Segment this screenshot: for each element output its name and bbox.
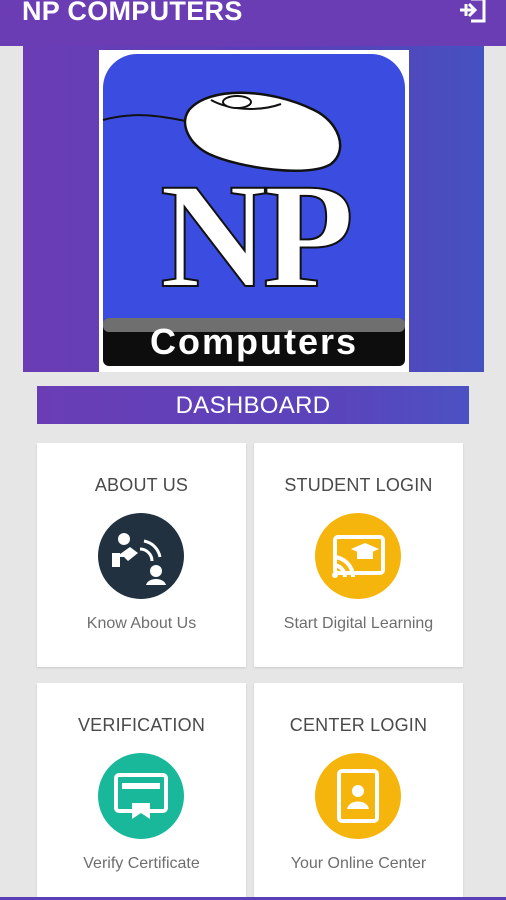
card-title: ABOUT US — [94, 475, 189, 495]
card-title: CENTER LOGIN — [289, 715, 428, 735]
verification-card[interactable]: VERIFICATION Verify Certificate — [37, 683, 246, 900]
about-us-card[interactable]: ABOUT US Know About Us — [37, 443, 246, 667]
certificate-icon — [98, 753, 184, 839]
logout-button[interactable] — [456, 0, 490, 26]
student-login-card[interactable]: STUDENT LOGIN Start Digital Learning — [254, 443, 463, 667]
about-icon — [98, 513, 184, 599]
center-login-card[interactable]: CENTER LOGIN Your Online Center — [254, 683, 463, 900]
logo-computers-text: Computers — [150, 321, 358, 362]
cast-learning-icon — [315, 513, 401, 599]
card-subtitle: Start Digital Learning — [283, 615, 434, 632]
logout-icon — [459, 0, 486, 24]
card-subtitle: Verify Certificate — [83, 855, 200, 872]
app-title: NP COMPUTERS — [22, 0, 243, 26]
app-bar: NP COMPUTERS — [0, 0, 506, 46]
center-user-icon — [315, 753, 401, 839]
dashboard-heading: DASHBOARD — [37, 386, 469, 424]
card-title: VERIFICATION — [77, 715, 206, 735]
card-subtitle: Know About Us — [86, 615, 197, 632]
logo-np-text: NP — [160, 153, 350, 319]
card-subtitle: Your Online Center — [290, 855, 427, 872]
np-computers-logo: NP Computers — [99, 50, 409, 372]
card-title: STUDENT LOGIN — [284, 475, 433, 495]
